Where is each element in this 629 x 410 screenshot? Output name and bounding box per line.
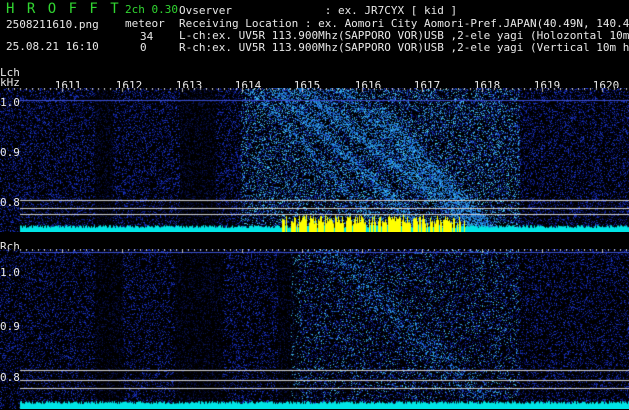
app-title: H R O F F T [6,1,121,17]
rch-freq-label: 0.9 [0,320,20,333]
lch-freq-label: 0.9 [0,146,20,159]
rch-freq-label: 1.0 [0,266,20,279]
filename: 2508211610.png [6,18,99,31]
rch-freq-label: 0.8 [0,371,20,384]
lch-freq-label: 0.8 [0,196,20,209]
rch-meteor-count: 0 [140,41,147,54]
meteor-label: meteor [125,17,165,30]
datetime: 25.08.21 16:10 [6,40,99,53]
observer-line: Ovserver : ex. JR7CYX [ kid ] [179,4,458,17]
hroft-spectrogram-window: H R O F F T 2ch 0.30 2508211610.png 25.0… [0,0,629,410]
rch-config-line: R-ch:ex. UV5R 113.900Mhz(SAPPORO VOR)USB… [179,41,629,54]
rch-waterfall [0,249,629,409]
location-line: Receiving Location : ex. Aomori City Aom… [179,17,629,30]
lch-config-line: L-ch:ex. UV5R 113.900Mhz(SAPPORO VOR)USB… [179,29,629,42]
lch-freq-label: 1.0 [0,96,20,109]
app-version: 2ch 0.30 [125,3,178,16]
lch-waterfall [0,88,629,232]
